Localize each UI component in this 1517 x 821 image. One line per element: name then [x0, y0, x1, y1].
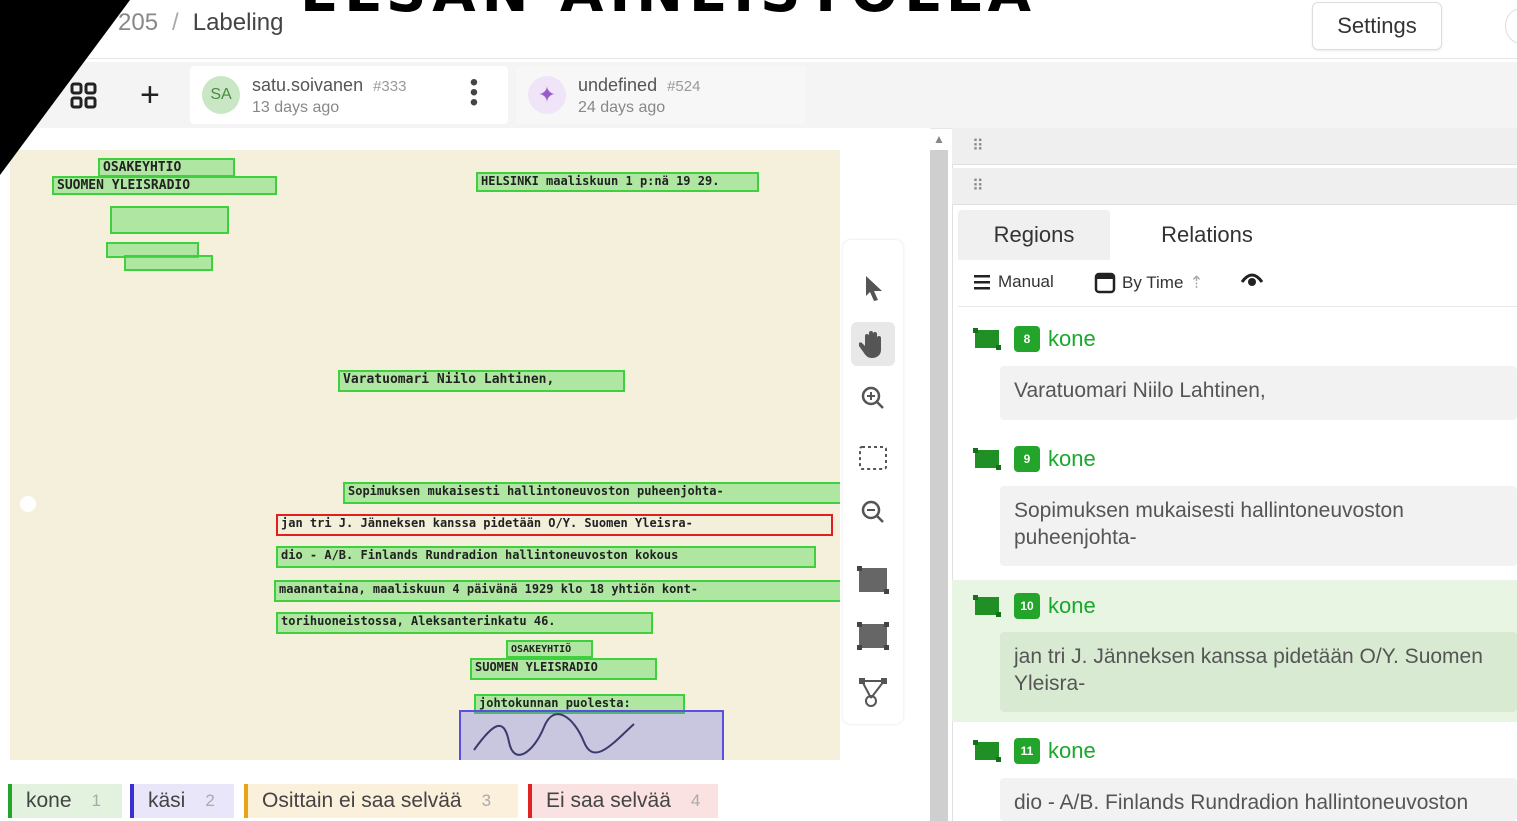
region-box[interactable]: Varatuomari Niilo Lahtinen,	[338, 370, 625, 392]
pointer-icon[interactable]	[851, 266, 895, 310]
breadcrumb: 205/Labeling	[118, 9, 283, 37]
region-box[interactable]: SUOMEN YLEISRADIO	[470, 658, 657, 680]
panel-header: ⠿	[952, 168, 1517, 205]
region-transcription[interactable]: Sopimuksen mukaisesti hallintoneuvoston …	[1000, 486, 1517, 566]
label-hotkey: 1	[91, 791, 102, 810]
region-index-badge: 9	[1014, 446, 1040, 472]
region-label: kone	[1048, 446, 1096, 471]
more-options-icon[interactable]: • • •	[468, 71, 480, 115]
label-name: kone	[26, 789, 72, 812]
sparkle-icon: ✦	[528, 76, 566, 114]
sort-by-time-button[interactable]: By Time ⇡	[1094, 272, 1204, 294]
region-transcription[interactable]: Varatuomari Niilo Lahtinen,	[1000, 366, 1517, 420]
label-osittain-ei-saa-selvaa[interactable]: Osittain ei saa selvää 3	[244, 784, 518, 818]
region-box[interactable]: HELSINKI maaliskuun 1 p:nä 19 29.	[476, 172, 759, 192]
label-hotkey: 4	[690, 791, 701, 810]
annotation-time: 24 days ago	[578, 99, 666, 116]
region-transcription[interactable]: jan tri J. Jänneksen kanssa pidetään O/Y…	[1000, 632, 1517, 712]
scroll-up-icon[interactable]: ▲	[930, 132, 948, 150]
label-hotkey: 2	[205, 791, 215, 810]
region-label: kone	[1048, 326, 1096, 351]
region-index-badge: 10	[1014, 593, 1040, 619]
region-box[interactable]	[110, 206, 229, 234]
label-hotkey: 3	[481, 791, 492, 810]
region-box[interactable]: maanantaina, maaliskuun 4 päivänä 1929 k…	[274, 580, 840, 602]
tool-palette	[843, 240, 903, 724]
polygon-tool-icon[interactable]	[851, 614, 895, 658]
drag-handle-icon[interactable]: ⠿	[972, 136, 984, 156]
add-annotation-icon[interactable]: +	[140, 78, 160, 112]
settings-button[interactable]: Settings	[1312, 2, 1442, 50]
annotator-avatar: SA	[202, 76, 240, 114]
breadcrumb-page: Labeling	[192, 9, 284, 36]
region-list-item-selected[interactable]: 10 kone jan tri J. Jänneksen kanssa pide…	[952, 580, 1517, 722]
sort-controls: Manual By Time ⇡	[958, 262, 1517, 307]
region-label: kone	[1048, 593, 1096, 618]
fit-to-screen-icon[interactable]	[851, 436, 895, 480]
prediction-card[interactable]: ✦ undefined #524 24 days ago	[516, 66, 806, 124]
corner-overlay	[0, 0, 130, 175]
region-list-item[interactable]: 11 kone dio - A/B. Finlands Rundradion h…	[952, 726, 1517, 821]
sort-direction-icon[interactable]: ⇡	[1189, 273, 1203, 293]
region-label: kone	[1048, 738, 1096, 763]
visibility-toggle-icon[interactable]	[1240, 272, 1264, 288]
region-box[interactable]: SUOMEN YLEISRADIO	[52, 176, 277, 195]
calendar-icon	[1094, 272, 1116, 294]
region-box[interactable]: OSAKEYHTIÖ	[506, 640, 593, 658]
annotation-card[interactable]: SA satu.soivanen #333 13 days ago • • •	[190, 66, 508, 124]
region-box[interactable]: Sopimuksen mukaisesti hallintoneuvoston …	[343, 482, 840, 504]
signature-scribble	[473, 713, 635, 756]
region-box[interactable]: dio - A/B. Finlands Rundradion hallinton…	[276, 546, 816, 568]
annotator-name: undefined	[578, 75, 658, 95]
label-name: Osittain ei saa selvää	[262, 789, 462, 812]
label-name: Ei saa selvää	[546, 789, 671, 812]
rectangle-region-icon	[973, 740, 1001, 762]
annotation-time: 13 days ago	[252, 99, 340, 116]
manual-sort-label: Manual	[998, 272, 1054, 291]
document-image[interactable]: OSAKEYHTIÖ SUOMEN YLEISRADIO HELSINKI ma…	[10, 150, 840, 760]
pan-hand-icon[interactable]	[851, 322, 895, 366]
manual-sort-button[interactable]: Manual	[972, 272, 1054, 292]
rectangle-tool-icon[interactable]	[851, 558, 895, 602]
zoom-in-icon[interactable]	[851, 376, 895, 420]
overlay-banner-text: ELSAN AINEISTOLLA	[300, 0, 1037, 25]
list-icon	[974, 275, 990, 290]
label-kasi[interactable]: käsi 2	[130, 784, 234, 818]
region-index-badge: 11	[1014, 738, 1040, 764]
region-index-badge: 8	[1014, 326, 1040, 352]
annotation-id: #524	[667, 78, 701, 95]
drag-handle-icon[interactable]: ⠿	[972, 176, 984, 196]
panel-tabs: Regions Relations	[958, 210, 1517, 260]
label-ei-saa-selvaa[interactable]: Ei saa selvää 4	[528, 784, 718, 818]
rectangle-region-icon	[973, 328, 1001, 350]
label-name: käsi	[148, 789, 186, 812]
region-box[interactable]	[124, 255, 213, 271]
canvas-handle[interactable]	[20, 496, 36, 512]
rectangle-region-icon	[973, 448, 1001, 470]
keypoint-tool-icon[interactable]	[851, 670, 895, 714]
tab-regions[interactable]: Regions	[958, 210, 1110, 260]
rectangle-region-icon	[973, 595, 1001, 617]
region-box-selected[interactable]: jan tri J. Jänneksen kanssa pidetään O/Y…	[276, 514, 833, 536]
breadcrumb-separator: /	[172, 9, 179, 36]
region-transcription[interactable]: dio - A/B. Finlands Rundradion hallinton…	[1000, 778, 1517, 821]
annotation-id: #333	[373, 78, 407, 95]
region-box[interactable]: torihuoneistossa, Aleksanterinkatu 46.	[276, 612, 653, 634]
region-list-item[interactable]: 9 kone Sopimuksen mukaisesti hallintoneu…	[952, 430, 1517, 576]
panel-header: ⠿	[952, 128, 1517, 165]
annotator-name: satu.soivanen	[252, 75, 364, 95]
label-kone[interactable]: kone 1	[8, 784, 122, 818]
canvas-scrollbar[interactable]	[930, 150, 948, 821]
tab-relations[interactable]: Relations	[1116, 210, 1298, 260]
sort-by-time-label: By Time	[1122, 273, 1184, 292]
zoom-out-icon[interactable]	[851, 490, 895, 534]
signature-region[interactable]	[459, 710, 724, 760]
region-list-item[interactable]: 8 kone Varatuomari Niilo Lahtinen,	[952, 310, 1517, 426]
